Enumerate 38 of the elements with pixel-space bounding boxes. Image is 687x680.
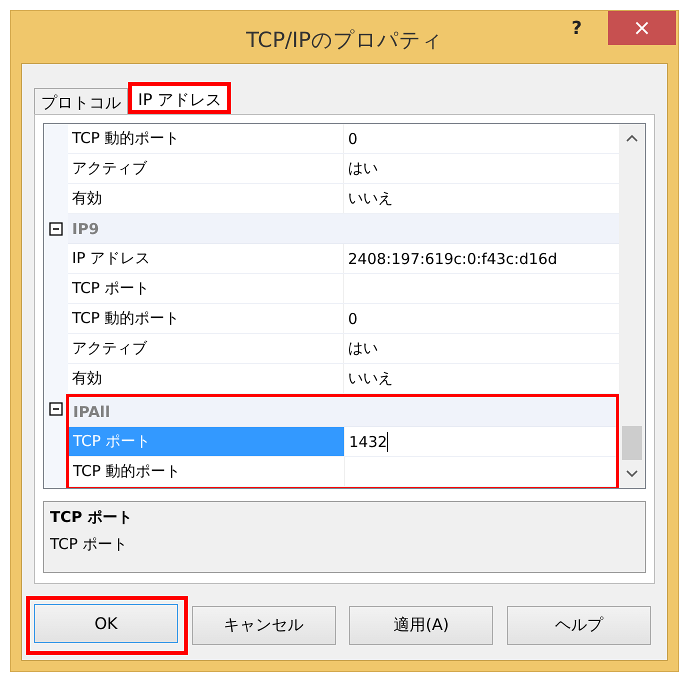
dialog-button[interactable]: 適用(A) xyxy=(349,606,494,645)
property-name[interactable]: TCP 動的ポート xyxy=(68,124,344,153)
collapse-toggle-icon[interactable] xyxy=(49,402,63,416)
property-value: いいえ xyxy=(348,189,393,208)
description-text: TCP ポート xyxy=(50,535,129,554)
property-name[interactable]: アクティブ xyxy=(68,154,344,183)
collapse-toggle-icon[interactable] xyxy=(49,222,63,236)
scroll-down-icon[interactable] xyxy=(626,470,638,478)
close-button[interactable]: × xyxy=(608,11,676,45)
tab[interactable]: IP アドレス xyxy=(128,82,232,114)
value-cell[interactable]: 1432 xyxy=(345,427,616,456)
property-name[interactable]: 有効 xyxy=(68,184,344,213)
group-title: IP9 xyxy=(71,220,100,238)
text-cursor xyxy=(387,432,388,452)
property-name[interactable]: アクティブ xyxy=(68,334,344,363)
property-value: 0 xyxy=(348,310,358,328)
scroll-up-icon[interactable] xyxy=(626,134,638,142)
property-value: 2408:197:619c:0:f43c:d16d xyxy=(348,250,558,268)
scrollbar[interactable] xyxy=(619,124,645,488)
property-name[interactable]: IP アドレス xyxy=(68,244,344,273)
help-button[interactable]: ? xyxy=(566,17,588,40)
property-name[interactable]: 有効 xyxy=(68,364,344,393)
property-value: はい xyxy=(348,339,378,358)
group-title: IPAll xyxy=(72,402,110,420)
scroll-thumb[interactable] xyxy=(622,426,642,460)
property-name[interactable]: TCP 動的ポート xyxy=(68,304,344,333)
window-title: TCP/IPのプロパティ xyxy=(246,27,443,54)
property-name[interactable]: TCP 動的ポート xyxy=(69,457,345,486)
property-value: はい xyxy=(348,159,378,178)
property-value: いいえ xyxy=(348,369,393,388)
description-title: TCP ポート xyxy=(50,508,134,527)
dialog-button[interactable]: OK xyxy=(34,604,178,643)
tab[interactable]: プロトコル xyxy=(34,88,128,114)
dialog-button[interactable]: ヘルプ xyxy=(506,606,651,645)
property-value: 0 xyxy=(348,130,358,148)
property-name[interactable]: TCP ポート xyxy=(68,274,344,303)
dialog-button[interactable]: キャンセル xyxy=(192,606,336,645)
property-value: 1432 xyxy=(349,432,388,450)
